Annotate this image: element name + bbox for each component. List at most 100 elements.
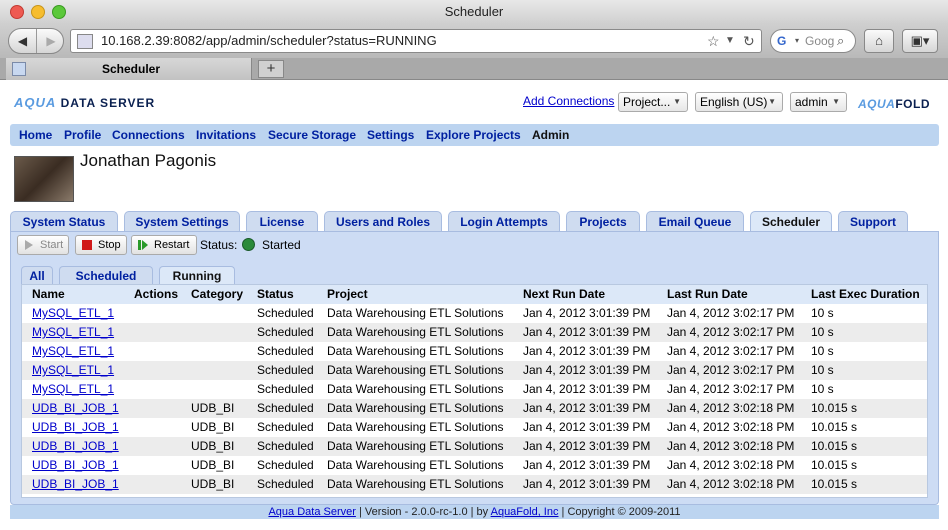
scheduler-panel: Start Stop Restart Status: Started All S… — [10, 231, 939, 505]
job-name-link[interactable]: MySQL_ETL_1 — [32, 342, 114, 361]
job-name-link[interactable]: UDB_BI_JOB_1 — [32, 437, 119, 456]
tab-favicon-icon — [12, 62, 26, 76]
bookmark-star-icon[interactable]: ☆ — [707, 30, 720, 52]
menu-profile[interactable]: Profile — [64, 124, 101, 146]
admin-tabs: System Status System Settings License Us… — [10, 211, 939, 231]
col-next-run: Next Run Date — [523, 287, 606, 301]
table-cell: Jan 4, 2012 3:02:18 PM — [667, 458, 795, 472]
aquafold-logo-b: FOLD — [895, 97, 931, 111]
tab-support[interactable]: Support — [838, 211, 908, 231]
table-header: Name Actions Category Status Project Nex… — [22, 285, 927, 304]
tab-license[interactable]: License — [246, 211, 318, 231]
play-icon — [25, 240, 33, 250]
job-name-link[interactable]: MySQL_ETL_1 — [32, 361, 114, 380]
close-window-button[interactable] — [10, 5, 24, 19]
chevron-down-icon: ▼ — [832, 97, 840, 106]
plus-icon: + — [266, 60, 276, 77]
minimize-window-button[interactable] — [31, 5, 45, 19]
language-select[interactable]: English (US) ▼ — [695, 92, 783, 112]
avatar — [14, 156, 74, 202]
table-cell: 10.015 s — [811, 420, 858, 434]
tab-system-status[interactable]: System Status — [10, 211, 118, 231]
search-engine-dropdown-icon[interactable]: ▾ — [795, 30, 799, 52]
stop-button-label: Stop — [98, 239, 121, 251]
aqua-data-server-logo: AQUA DATA SERVER — [14, 95, 155, 110]
zoom-window-button[interactable] — [52, 5, 66, 19]
footer-version: | Version - 2.0.0-rc-1.0 | by — [355, 506, 491, 518]
tab-login-attempts[interactable]: Login Attempts — [448, 211, 560, 231]
forward-arrow-icon[interactable]: ▶ — [37, 29, 65, 53]
back-arrow-icon[interactable]: ◀ — [9, 29, 37, 53]
stop-button[interactable]: Stop — [75, 235, 127, 255]
table-cell: Jan 4, 2012 3:01:39 PM — [523, 401, 651, 415]
menu-admin[interactable]: Admin — [532, 124, 569, 146]
table-cell: Scheduled — [257, 401, 314, 415]
subtab-scheduled[interactable]: Scheduled — [59, 266, 153, 284]
tab-users-and-roles[interactable]: Users and Roles — [324, 211, 442, 231]
history-dropdown-icon[interactable]: ▼ — [725, 30, 735, 52]
puzzle-icon: ▣▾ — [910, 33, 930, 48]
menu-invitations[interactable]: Invitations — [196, 124, 256, 146]
table-cell: Jan 4, 2012 3:02:17 PM — [667, 344, 795, 358]
magnifier-icon[interactable]: ⌕ — [837, 30, 844, 52]
table-cell: Scheduled — [257, 382, 314, 396]
table-row: MySQL_ETL_1 Scheduled Data Warehousing ETL… — [22, 342, 927, 361]
table-cell: Scheduled — [257, 458, 314, 472]
table-cell: Jan 4, 2012 3:02:18 PM — [667, 439, 795, 453]
url-bar[interactable]: 10.168.2.39:8082/app/admin/scheduler?sta… — [70, 29, 762, 53]
tab-projects[interactable]: Projects — [566, 211, 640, 231]
add-connections-link[interactable]: Add Connections — [523, 94, 614, 108]
home-button[interactable]: ⌂ — [864, 29, 894, 53]
subtab-all[interactable]: All — [21, 266, 53, 284]
menu-home[interactable]: Home — [19, 124, 52, 146]
job-name-link[interactable]: UDB_BI_JOB_1 — [32, 418, 119, 437]
col-last-exec: Last Exec Duration — [811, 287, 920, 301]
job-name-link[interactable]: MySQL_ETL_1 — [32, 304, 114, 323]
job-name-link[interactable]: UDB_BI_JOB_1 — [32, 456, 119, 475]
user-select-value: admin — [795, 95, 828, 109]
site-favicon-icon — [77, 34, 93, 49]
table-row: MySQL_ETL_1 Scheduled Data Warehousing ETL… — [22, 361, 927, 380]
url-text: 10.168.2.39:8082/app/admin/scheduler?sta… — [101, 33, 437, 48]
footer-company-link[interactable]: AquaFold, Inc — [491, 506, 559, 518]
menu-explore-projects[interactable]: Explore Projects — [426, 124, 521, 146]
footer-product-link[interactable]: Aqua Data Server — [268, 506, 355, 518]
table-cell: UDB_BI — [191, 420, 235, 434]
tab-email-queue[interactable]: Email Queue — [646, 211, 744, 231]
table-row: UDB_BI_JOB_1 UDB_BI Scheduled Data Warehous… — [22, 418, 927, 437]
col-status: Status — [257, 287, 294, 301]
job-name-link[interactable]: UDB_BI_JOB_1 — [32, 399, 119, 418]
col-name: Name — [32, 287, 65, 301]
table-cell: 10 s — [811, 363, 834, 377]
jobs-table: Name Actions Category Status Project Nex… — [21, 284, 928, 498]
job-name-link[interactable]: UDB_BI_JOB_1 — [32, 475, 119, 494]
table-cell: Scheduled — [257, 420, 314, 434]
table-cell: Jan 4, 2012 3:01:39 PM — [523, 458, 651, 472]
search-field[interactable]: G ▾ Goog ⌕ — [770, 29, 856, 53]
footer-copyright: | Copyright © 2009-2011 — [558, 506, 681, 518]
table-cell: Jan 4, 2012 3:01:39 PM — [523, 420, 651, 434]
table-cell: 10 s — [811, 325, 834, 339]
start-button[interactable]: Start — [17, 235, 69, 255]
subtab-running[interactable]: Running — [159, 266, 235, 284]
stop-icon — [82, 240, 92, 250]
restart-button[interactable]: Restart — [131, 235, 197, 255]
project-select[interactable]: Project... ▼ — [618, 92, 688, 112]
table-row: MySQL_ETL_1 Scheduled Data Warehousing ETL… — [22, 323, 927, 342]
tab-system-settings[interactable]: System Settings — [124, 211, 240, 231]
menu-settings[interactable]: Settings — [367, 124, 414, 146]
table-cell: Scheduled — [257, 477, 314, 491]
user-select[interactable]: admin ▼ — [790, 92, 847, 112]
table-cell: 10 s — [811, 306, 834, 320]
extensions-button[interactable]: ▣▾ — [902, 29, 938, 53]
table-cell: Jan 4, 2012 3:01:39 PM — [523, 344, 651, 358]
tab-scheduler[interactable]: Scheduler — [750, 211, 832, 231]
menu-secure-storage[interactable]: Secure Storage — [268, 124, 356, 146]
menu-connections[interactable]: Connections — [112, 124, 185, 146]
job-name-link[interactable]: MySQL_ETL_1 — [32, 380, 114, 399]
table-cell: Data Warehousing ETL Solutions — [327, 382, 504, 396]
new-tab-button[interactable]: + — [258, 60, 284, 78]
reload-icon[interactable]: ↻ — [743, 30, 755, 52]
job-name-link[interactable]: MySQL_ETL_1 — [32, 323, 114, 342]
browser-tab-scheduler[interactable]: Scheduler — [6, 58, 252, 80]
